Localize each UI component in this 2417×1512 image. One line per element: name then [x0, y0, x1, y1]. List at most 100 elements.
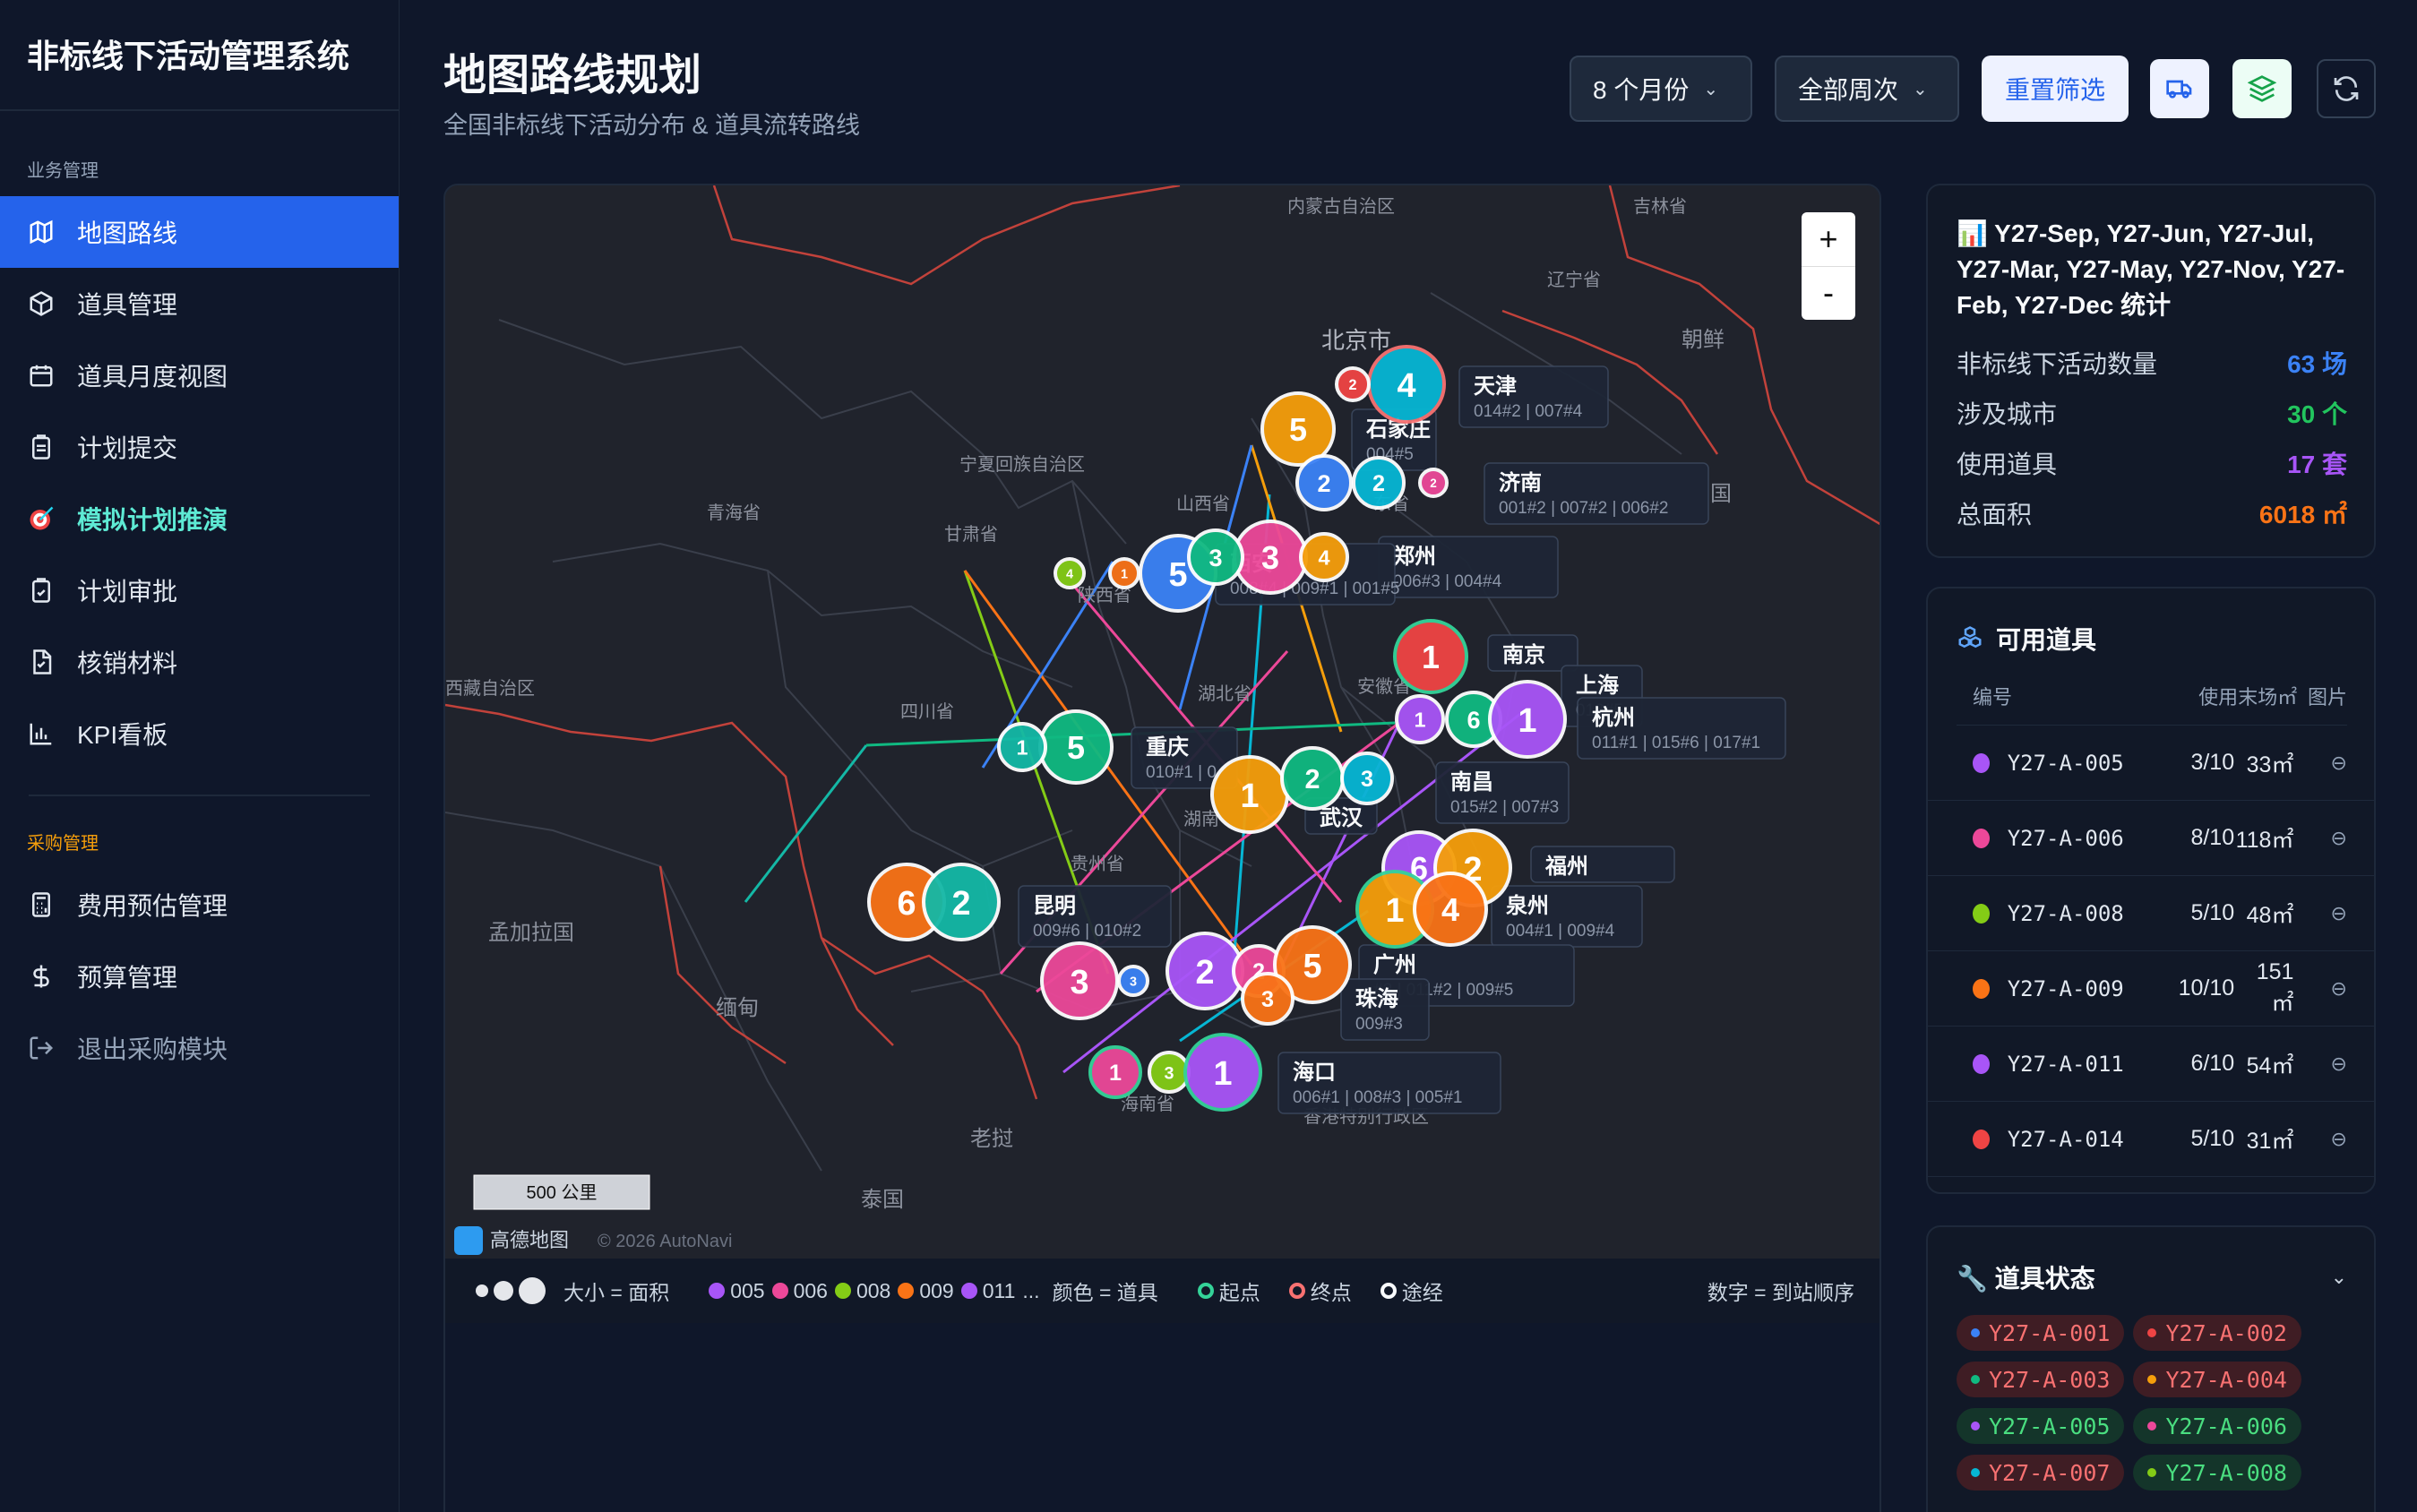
route-stop-marker[interactable]: 2	[922, 863, 1001, 941]
prop-status-chip[interactable]: Y27-A-006	[2133, 1408, 2301, 1444]
prop-row[interactable]: Y27-A-009 10/10 151㎡ ⊖	[1928, 951, 2374, 1027]
prop-row[interactable]: Y27-A-005 3/10 33㎡ ⊖	[1928, 726, 2374, 801]
route-stop-marker[interactable]: 3	[1241, 972, 1295, 1026]
city-card[interactable]: 天津 014#2 | 007#4	[1458, 365, 1609, 428]
city-card[interactable]: 珠海 009#3	[1340, 978, 1430, 1041]
refresh-button[interactable]	[2317, 59, 2376, 118]
prop-row[interactable]: Y27-A-008 5/10 48㎡ ⊖	[1928, 876, 2374, 951]
route-stop-marker[interactable]: 3	[1187, 528, 1244, 586]
city-card[interactable]: 南昌 015#2 | 007#3	[1435, 761, 1570, 824]
nav-label: 核销材料	[77, 649, 178, 677]
route-stop-marker[interactable]: 5	[1038, 709, 1114, 785]
route-stop-marker[interactable]: 1	[1393, 619, 1468, 694]
file-icon	[27, 648, 56, 676]
nav-writeoff[interactable]: 核销材料	[0, 626, 399, 698]
route-stop-marker[interactable]: 3	[1340, 752, 1394, 805]
nav-props[interactable]: 道具管理	[0, 268, 399, 339]
city-detail: 009#3	[1355, 1015, 1403, 1034]
city-card[interactable]: 郑州 006#3 | 004#4	[1378, 536, 1559, 598]
prop-row[interactable]: Y27-A-014 5/10 31㎡ ⊖	[1928, 1102, 2374, 1177]
city-detail: 014#2 | 007#4	[1474, 402, 1583, 421]
nav-plan-simulate[interactable]: 模拟计划推演	[0, 483, 399, 554]
city-card[interactable]: 济南 001#2 | 007#2 | 006#2	[1484, 462, 1709, 525]
app-title: 非标线下活动管理系统	[0, 0, 399, 111]
nav-kpi[interactable]: KPI看板	[0, 698, 399, 769]
month-select[interactable]: 8 个月份 ⌄	[1570, 56, 1752, 122]
route-stop-marker[interactable]: 1	[1108, 557, 1140, 589]
color-code: 008	[856, 1278, 891, 1302]
route-stop-marker[interactable]: 2	[1418, 468, 1449, 498]
color-legend-label: 颜色 = 道具	[1052, 1281, 1158, 1304]
route-stop-marker[interactable]: 2	[1165, 932, 1244, 1010]
city-name: 广州	[1373, 952, 1416, 977]
prop-row[interactable]: Y27-A-011 6/10 54㎡ ⊖	[1928, 1027, 2374, 1102]
layers-icon	[2248, 75, 2276, 102]
link-icon[interactable]: ⊖	[2293, 902, 2347, 925]
chevron-down-icon[interactable]: ⌄	[2331, 1266, 2347, 1289]
city-card[interactable]: 福州	[1530, 846, 1675, 883]
region-label: 泰国	[861, 1188, 904, 1212]
nav-props-monthly[interactable]: 道具月度视图	[0, 339, 399, 411]
prop-status-chip[interactable]: Y27-A-007	[1957, 1455, 2125, 1491]
nav-plan-approve[interactable]: 计划审批	[0, 554, 399, 626]
route-stop-marker[interactable]: 4	[1367, 345, 1446, 424]
route-stop-marker[interactable]: 2	[1280, 746, 1345, 811]
route-stop-marker[interactable]: 3	[1040, 941, 1119, 1020]
prop-status-chip[interactable]: Y27-A-002	[2133, 1315, 2301, 1351]
route-stop-marker[interactable]: 4	[1054, 557, 1086, 589]
route-stop-marker[interactable]: 2	[1335, 366, 1371, 402]
city-card[interactable]: 昆明 009#6 | 010#2	[1018, 885, 1172, 948]
nav-budget[interactable]: 预算管理	[0, 941, 399, 1012]
status-title: 🔧 道具状态	[1957, 1265, 2095, 1293]
nav-exit-purchase[interactable]: 退出采购模块	[0, 1012, 399, 1084]
nav-label: 计划提交	[77, 434, 178, 462]
zoom-out-button[interactable]: -	[1802, 267, 1855, 321]
route-stop-marker[interactable]: 5	[1260, 391, 1336, 467]
link-icon[interactable]: ⊖	[2293, 1128, 2347, 1151]
prop-status-chip[interactable]: Y27-A-004	[2133, 1362, 2301, 1397]
prop-color-dot	[1973, 903, 1990, 924]
link-icon[interactable]: ⊖	[2293, 1052, 2347, 1076]
route-stop-marker[interactable]: 1	[1183, 1033, 1262, 1112]
route-stop-marker[interactable]: 3	[1233, 520, 1308, 595]
map-canvas[interactable]: 内蒙古自治区 吉林省 辽宁省 朝鲜 北京市 宁夏回族自治区 青海省 甘肃省 山西…	[445, 185, 1881, 1259]
city-card[interactable]: 海口 006#1 | 008#3 | 005#1	[1277, 1052, 1501, 1114]
link-icon[interactable]: ⊖	[2293, 752, 2347, 775]
truck-button[interactable]	[2150, 59, 2209, 118]
zoom-in-button[interactable]: +	[1802, 212, 1855, 267]
route-map[interactable]: 内蒙古自治区 吉林省 辽宁省 朝鲜 北京市 宁夏回族自治区 青海省 甘肃省 山西…	[443, 184, 1881, 1512]
nav-cost-estimate[interactable]: 费用预估管理	[0, 869, 399, 941]
layers-button[interactable]	[2232, 59, 2292, 118]
city-card[interactable]: 泉州 004#1 | 009#4	[1491, 885, 1643, 948]
prop-row[interactable]: Y27-A-006 8/10 118㎡ ⊖	[1928, 801, 2374, 876]
route-stop-marker[interactable]: 2	[1295, 454, 1353, 511]
marker-order: 1	[1109, 1061, 1122, 1086]
prop-status-chip[interactable]: Y27-A-001	[1957, 1315, 2125, 1351]
stat-value: 17 套	[2287, 451, 2347, 478]
route-stop-marker[interactable]: 1	[997, 722, 1047, 772]
reset-filter-button[interactable]: 重置筛选	[1982, 56, 2129, 122]
week-select[interactable]: 全部周次 ⌄	[1775, 56, 1959, 122]
nav-plan-submit[interactable]: 计划提交	[0, 411, 399, 483]
prop-status-chip[interactable]: Y27-A-008	[2133, 1455, 2301, 1491]
route-stop-marker[interactable]: 1	[1210, 755, 1289, 834]
marker-order: 5	[1067, 729, 1085, 766]
marker-order: 4	[1066, 567, 1073, 581]
route-stop-marker[interactable]: 4	[1413, 872, 1488, 947]
route-stop-marker[interactable]: 4	[1299, 532, 1349, 582]
link-icon[interactable]: ⊖	[2293, 827, 2347, 850]
stat-props: 使用道具 17 套	[1928, 438, 2374, 488]
city-card[interactable]: 杭州 011#1 | 015#6 | 017#1	[1577, 697, 1786, 760]
route-stop-marker[interactable]: 1	[1488, 680, 1567, 759]
region-label: 贵州省	[1071, 854, 1124, 874]
nav-map-route[interactable]: 地图路线	[0, 196, 399, 268]
route-stop-marker[interactable]: 3	[1148, 1051, 1191, 1094]
route-stop-marker[interactable]: 1	[1395, 694, 1445, 744]
route-stop-marker[interactable]: 2	[1352, 456, 1406, 510]
marker-order: 1	[1240, 777, 1259, 815]
route-stop-marker[interactable]: 1	[1088, 1045, 1142, 1099]
route-stop-marker[interactable]: 3	[1117, 965, 1149, 997]
prop-status-chip[interactable]: Y27-A-005	[1957, 1408, 2125, 1444]
link-icon[interactable]: ⊖	[2293, 977, 2347, 1001]
prop-status-chip[interactable]: Y27-A-003	[1957, 1362, 2125, 1397]
